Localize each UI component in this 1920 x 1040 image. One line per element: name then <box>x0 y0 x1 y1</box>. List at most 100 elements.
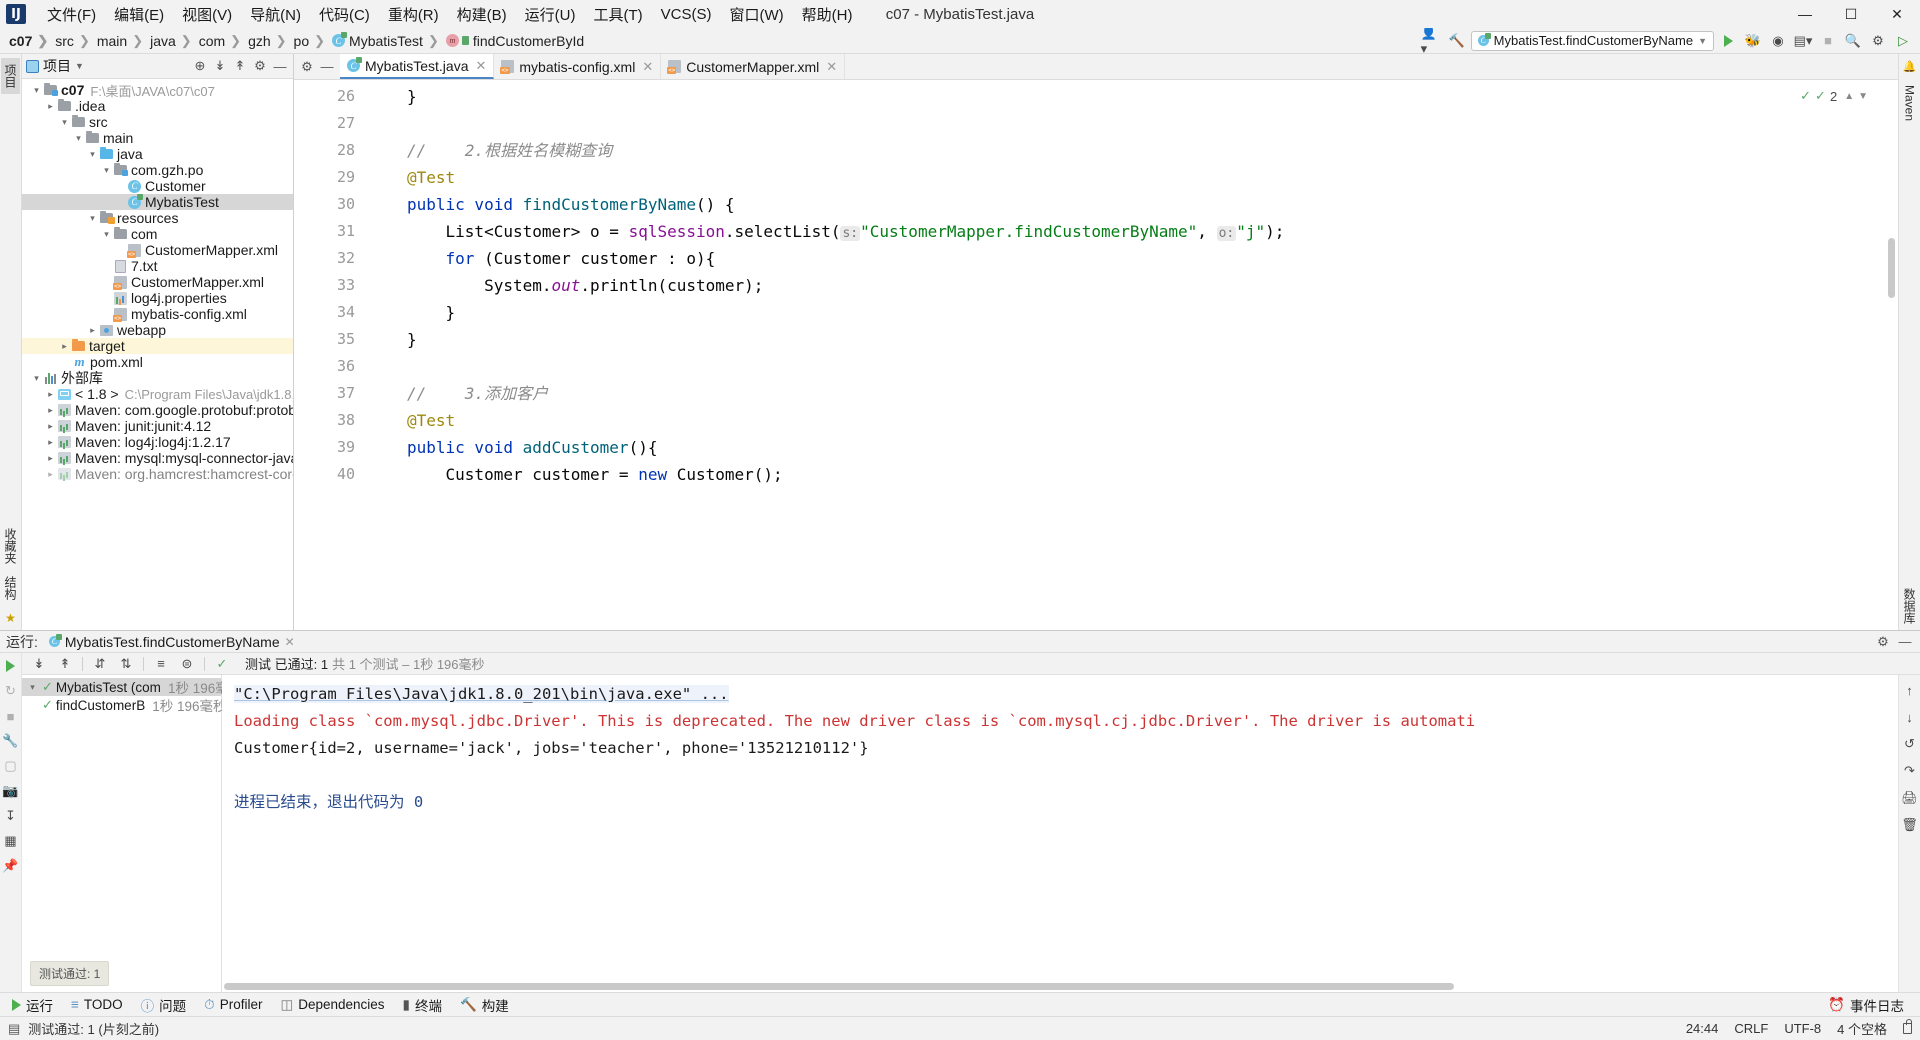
test-results-tree[interactable]: ▾ ✓ MybatisTest (com 1秒 196毫秒 ✓ findCust… <box>22 675 242 992</box>
expand-arrow-icon[interactable]: ▾ <box>30 373 43 384</box>
tree-row-webapp[interactable]: ▸ webapp <box>22 322 293 338</box>
collapse-arrow-icon[interactable]: ▸ <box>44 405 57 416</box>
expand-arrow-icon[interactable]: ▾ <box>86 149 99 160</box>
editor-scrollbar[interactable] <box>1888 238 1895 298</box>
tree-row-maven-mysql[interactable]: ▸ Maven: mysql:mysql-connector-java:8.0.… <box>22 450 293 466</box>
tree-row-customermapper-xml[interactable]: CustomerMapper.xml <box>22 274 293 290</box>
tree-row-jdk[interactable]: ▸ < 1.8 > C:\Program Files\Java\jdk1.8.0… <box>22 386 293 402</box>
tree-row-mybatistest[interactable]: C MybatisTest <box>22 193 293 210</box>
scroll-from-source-icon[interactable]: ⊕ <box>191 57 209 75</box>
tree-row-package[interactable]: ▾ com.gzh.po <box>22 162 293 178</box>
tree-row-external-libraries[interactable]: ▾ 外部库 <box>22 370 293 386</box>
tree-row-log4j-properties[interactable]: log4j.properties <box>22 290 293 306</box>
menu-file[interactable]: 文件(F) <box>38 1 105 28</box>
tree-row-res-com[interactable]: ▾ com <box>22 226 293 242</box>
menu-code[interactable]: 代码(C) <box>310 1 379 28</box>
breadcrumb-label[interactable]: findCustomerById <box>473 33 584 49</box>
chevron-down-icon[interactable]: ▼ <box>1858 91 1868 102</box>
breadcrumb-label[interactable]: c07 <box>9 33 32 49</box>
breadcrumb-label[interactable]: MybatisTest <box>349 33 423 49</box>
run-tab[interactable]: C MybatisTest.findCustomerByName ✕ <box>44 634 300 650</box>
lock-icon[interactable] <box>1903 1019 1912 1034</box>
tree-row-main[interactable]: ▾ main <box>22 130 293 146</box>
menu-help[interactable]: 帮助(H) <box>793 1 862 28</box>
table-icon[interactable]: ▦ <box>2 832 20 850</box>
toolwindow-profiler[interactable]: ⏱ Profiler <box>196 995 270 1015</box>
tree-row-7txt[interactable]: 7.txt <box>22 258 293 274</box>
chevron-down-icon[interactable]: ▼ <box>75 61 84 71</box>
maximize-button[interactable]: ☐ <box>1828 0 1874 28</box>
expand-all-icon[interactable]: ↡ <box>211 57 229 75</box>
menu-tools[interactable]: 工具(T) <box>584 1 651 28</box>
sort-duration-icon[interactable]: ⇅ <box>117 655 135 673</box>
console-horizontal-scrollbar[interactable] <box>222 983 1884 992</box>
tree-row-java[interactable]: ▾ java <box>22 146 293 162</box>
run-coverage-button[interactable]: ◉ <box>1767 30 1789 52</box>
collapse-arrow-icon[interactable]: ▸ <box>86 325 99 336</box>
test-tree-row-method[interactable]: ✓ findCustomerB 1秒 196毫秒 <box>22 696 227 714</box>
export-icon[interactable]: ↧ <box>2 807 20 825</box>
breadcrumb-label[interactable]: java <box>150 33 176 49</box>
menu-edit[interactable]: 编辑(E) <box>105 1 173 28</box>
tool-button-maven[interactable]: Maven <box>1902 79 1918 127</box>
clear-all-icon[interactable]: 🗑 <box>1901 816 1919 834</box>
tree-row-target[interactable]: ▸ target <box>22 338 293 354</box>
breadcrumb-label[interactable]: po <box>294 33 310 49</box>
close-icon[interactable]: ✕ <box>475 58 486 74</box>
close-icon[interactable]: ✕ <box>642 59 653 75</box>
line-separator[interactable]: CRLF <box>1734 1021 1768 1036</box>
run-button[interactable] <box>1717 30 1739 52</box>
file-encoding[interactable]: UTF-8 <box>1784 1021 1821 1036</box>
expand-arrow-icon[interactable]: ▾ <box>72 133 85 144</box>
search-icon[interactable]: 🔍 <box>1842 30 1864 52</box>
tree-row-customer[interactable]: C Customer <box>22 178 293 194</box>
expand-all-icon[interactable]: ↡ <box>30 655 48 673</box>
toolwindow-dependencies[interactable]: ◫ Dependencies <box>272 995 392 1015</box>
toolwindow-build[interactable]: 🔨 构建 <box>452 993 517 1017</box>
scroll-end-icon[interactable]: ↷ <box>1901 762 1919 780</box>
tab-customermapper-xml[interactable]: CustomerMapper.xml ✕ <box>661 54 846 79</box>
notifications-bell-icon[interactable]: 🔔 <box>1903 60 1917 79</box>
minimize-button[interactable]: — <box>1782 0 1828 28</box>
menu-refactor[interactable]: 重构(R) <box>379 1 448 28</box>
collapse-all-icon[interactable]: ↟ <box>231 57 249 75</box>
print-icon[interactable]: 🖨 <box>1901 789 1919 807</box>
bookmark-star-icon[interactable]: ★ <box>5 606 16 630</box>
gear-icon[interactable]: ⚙ <box>298 58 316 76</box>
soft-wrap-icon[interactable]: ↺ <box>1901 735 1919 753</box>
breadcrumb-label[interactable]: com <box>199 33 225 49</box>
code-editor[interactable]: 26 27 28 29 30 31 32 33 34 35 36 37 38 3… <box>294 80 1898 630</box>
tab-mybatistest-java[interactable]: C MybatisTest.java ✕ <box>340 54 495 79</box>
wrench-icon[interactable]: 🔧 <box>2 732 20 750</box>
tree-row-mybatis-config-xml[interactable]: mybatis-config.xml <box>22 306 293 322</box>
caret-position[interactable]: 24:44 <box>1686 1021 1719 1036</box>
tree-row-src[interactable]: ▾ src <box>22 114 293 130</box>
stop-button[interactable]: ■ <box>1817 30 1839 52</box>
tree-row-maven-hamcrest[interactable]: ▸ Maven: org.hamcrest:hamcrest-core:1.3 <box>22 466 293 482</box>
notifications-icon[interactable]: ▷ <box>1892 30 1914 52</box>
test-tree-row-class[interactable]: ▾ ✓ MybatisTest (com 1秒 196毫秒 <box>22 678 242 696</box>
menu-vcs[interactable]: VCS(S) <box>652 3 721 26</box>
collapse-arrow-icon[interactable]: ▸ <box>44 453 57 464</box>
hide-panel-icon[interactable]: — <box>271 57 289 75</box>
tool-button-project[interactable]: 项目 <box>1 58 20 94</box>
tool-button-favorites[interactable]: 收藏夹 <box>1 522 20 570</box>
collapse-arrow-icon[interactable]: ▸ <box>44 421 57 432</box>
expand-arrow-icon[interactable]: ▾ <box>100 165 113 176</box>
toolwindow-problems[interactable]: ⓘ 问题 <box>133 993 195 1017</box>
chevron-up-icon[interactable]: ▲ <box>1844 91 1854 102</box>
collapse-arrow-icon[interactable]: ▸ <box>44 469 57 480</box>
editor-gutter[interactable]: 26 27 28 29 30 31 32 33 34 35 36 37 38 3… <box>294 80 362 630</box>
hide-panel-icon[interactable]: — <box>1896 633 1914 651</box>
run-configuration-selector[interactable]: C MybatisTest.findCustomerByName ▼ <box>1470 30 1714 51</box>
debug-button[interactable]: 🐝 <box>1742 30 1764 52</box>
code-content[interactable]: } // 2.根据姓名模糊查询 @Test public void findCu… <box>407 80 1898 630</box>
camera-icon[interactable]: 📷 <box>2 782 20 800</box>
expand-arrow-icon[interactable]: ▾ <box>26 682 39 693</box>
menu-run[interactable]: 运行(U) <box>516 1 585 28</box>
console-output[interactable]: "C:\Program Files\Java\jdk1.8.0_201\bin\… <box>222 675 1898 992</box>
hide-panel-icon[interactable]: — <box>318 58 336 76</box>
tree-row-resources[interactable]: ▾ resources <box>22 210 293 226</box>
tree-row-idea[interactable]: ▸ .idea <box>22 98 293 114</box>
toolwindow-terminal[interactable]: ▮ 终端 <box>395 993 450 1017</box>
